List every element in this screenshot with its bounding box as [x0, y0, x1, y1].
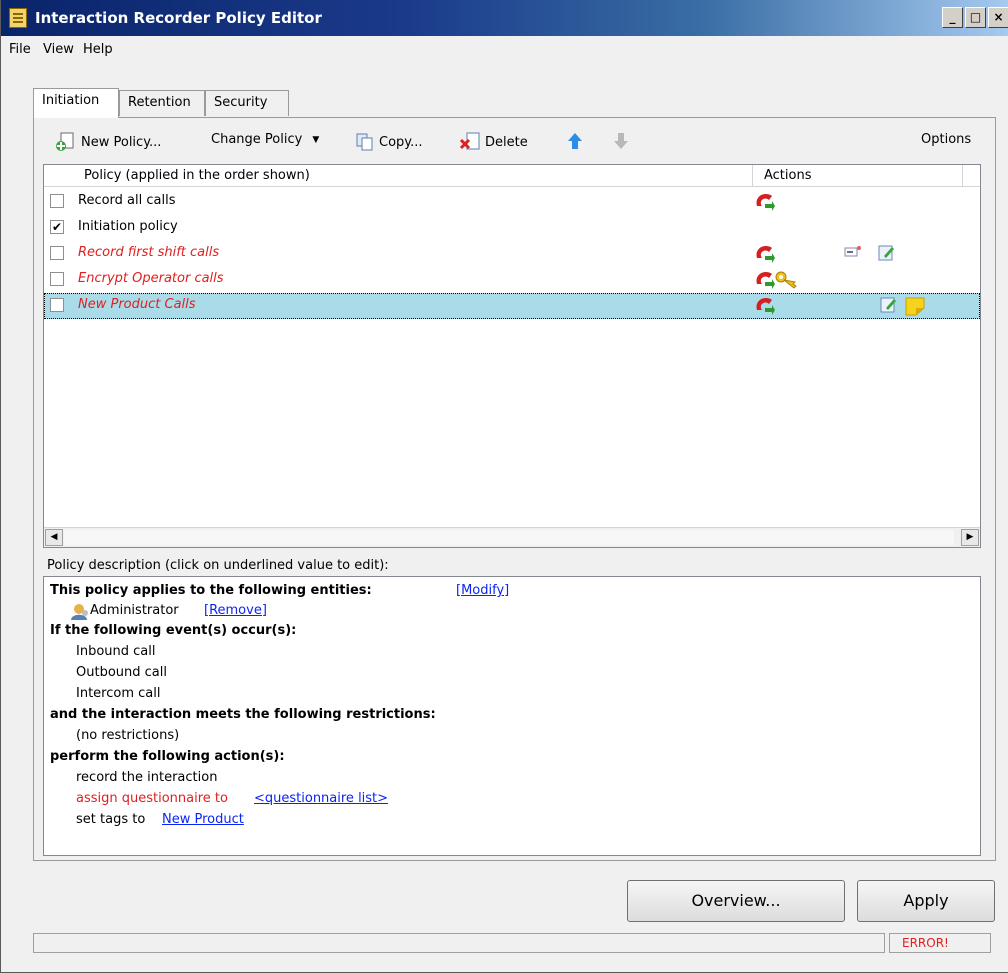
scroll-right-button[interactable]: ▶: [961, 529, 979, 546]
action-record: record the interaction: [76, 770, 218, 785]
row-checkbox[interactable]: [50, 298, 64, 312]
menu-bar: File View Help: [1, 36, 1008, 64]
move-up-button[interactable]: [567, 132, 583, 150]
options-button[interactable]: Options: [921, 132, 971, 147]
status-pane-error: ERROR!: [889, 933, 991, 953]
row-checkbox[interactable]: [50, 194, 64, 208]
overview-button[interactable]: Overview...: [627, 880, 845, 922]
modify-link[interactable]: [Modify]: [456, 583, 509, 598]
new-policy-button[interactable]: New Policy...: [55, 132, 161, 152]
list-item[interactable]: New Product Calls: [44, 293, 980, 319]
horizontal-scrollbar[interactable]: ◀ ▶: [44, 527, 980, 547]
copy-label: Copy...: [379, 134, 423, 150]
toolbar: New Policy... Change Policy ▼ Copy... De…: [41, 124, 991, 164]
phone-record-icon: [756, 246, 775, 263]
window-title: Interaction Recorder Policy Editor: [35, 9, 322, 27]
list-item[interactable]: Record first shift calls: [44, 241, 980, 267]
list-header: Policy (applied in the order shown) Acti…: [44, 165, 980, 187]
user-icon: [71, 604, 88, 620]
title-bar: Interaction Recorder Policy Editor _ □ ×: [1, 0, 1008, 36]
move-down-button[interactable]: [613, 132, 629, 150]
event-item: Outbound call: [76, 665, 167, 680]
list-item[interactable]: Encrypt Operator calls: [44, 267, 980, 293]
options-label: Options: [921, 132, 972, 147]
copy-icon: [356, 133, 373, 151]
actions-heading: perform the following action(s):: [50, 749, 285, 764]
menu-file[interactable]: File: [9, 42, 31, 57]
scroll-thumb[interactable]: [64, 530, 954, 545]
list-item[interactable]: Record all calls: [44, 189, 980, 215]
delete-button[interactable]: Delete: [459, 132, 528, 152]
questionnaire-note-icon: [905, 297, 925, 316]
policy-editor-window: Interaction Recorder Policy Editor _ □ ×…: [0, 0, 1008, 973]
list-item[interactable]: ✔ Initiation policy: [44, 215, 980, 241]
column-separator: [962, 165, 963, 187]
apply-button[interactable]: Apply: [857, 880, 995, 922]
row-label: Initiation policy: [78, 219, 178, 234]
row-checkbox[interactable]: ✔: [50, 220, 64, 234]
policy-description-box: This policy applies to the following ent…: [43, 576, 981, 856]
minimize-button[interactable]: _: [942, 7, 963, 28]
menu-view[interactable]: View: [43, 42, 74, 57]
app-icon: [9, 8, 27, 28]
restrictions-heading: and the interaction meets the following …: [50, 707, 436, 722]
copy-button[interactable]: Copy...: [355, 132, 423, 152]
status-pane-main: [33, 933, 885, 953]
event-item: Intercom call: [76, 686, 161, 701]
row-label: Record first shift calls: [78, 245, 220, 260]
column-actions[interactable]: Actions: [764, 168, 812, 183]
arrow-down-icon: [614, 133, 628, 149]
new-policy-icon: [56, 132, 74, 151]
key-icon: [775, 271, 797, 289]
description-label: Policy description (click on underlined …: [47, 558, 389, 573]
arrow-up-icon: [568, 133, 582, 149]
maximize-button[interactable]: □: [965, 7, 986, 28]
tab-retention[interactable]: Retention: [119, 90, 205, 116]
action-tags: set tags to: [76, 812, 146, 827]
phone-record-icon: [756, 272, 775, 289]
delete-label: Delete: [485, 134, 528, 150]
tags-link[interactable]: New Product: [162, 812, 244, 827]
change-policy-button[interactable]: Change Policy ▼: [211, 132, 319, 147]
row-checkbox[interactable]: [50, 246, 64, 260]
remove-link[interactable]: [Remove]: [204, 603, 267, 618]
row-label: Encrypt Operator calls: [78, 271, 224, 286]
event-item: Inbound call: [76, 644, 156, 659]
policy-list: Policy (applied in the order shown) Acti…: [43, 164, 981, 548]
row-checkbox[interactable]: [50, 272, 64, 286]
close-button[interactable]: ×: [988, 7, 1008, 28]
status-bar: ERROR!: [33, 931, 999, 953]
change-policy-label: Change Policy: [211, 132, 303, 147]
edit-note-icon: [880, 297, 896, 313]
events-heading: If the following event(s) occur(s):: [50, 623, 297, 638]
delete-icon: [459, 132, 480, 150]
row-label: New Product Calls: [78, 297, 196, 312]
edit-note-icon: [878, 245, 894, 261]
action-questionnaire: assign questionnaire to: [76, 791, 228, 806]
phone-record-icon: [756, 298, 775, 315]
tab-initiation[interactable]: Initiation: [33, 88, 119, 118]
phone-record-icon: [756, 194, 775, 211]
tab-security[interactable]: Security: [205, 90, 289, 116]
menu-help[interactable]: Help: [83, 42, 113, 57]
row-label: Record all calls: [78, 193, 176, 208]
tags-icon: [844, 246, 861, 257]
scroll-left-button[interactable]: ◀: [45, 529, 63, 546]
window-controls: _ □ ×: [940, 7, 1008, 29]
new-policy-label: New Policy...: [81, 134, 162, 150]
error-status: ERROR!: [902, 936, 949, 950]
dropdown-arrow-icon: ▼: [312, 134, 320, 145]
entity-name: Administrator: [90, 603, 179, 618]
questionnaire-list-link[interactable]: <questionnaire list>: [254, 791, 388, 806]
applies-heading: This policy applies to the following ent…: [50, 583, 372, 598]
column-policy[interactable]: Policy (applied in the order shown): [84, 168, 310, 183]
restrictions-value: (no restrictions): [76, 728, 180, 743]
column-separator: [752, 165, 753, 187]
